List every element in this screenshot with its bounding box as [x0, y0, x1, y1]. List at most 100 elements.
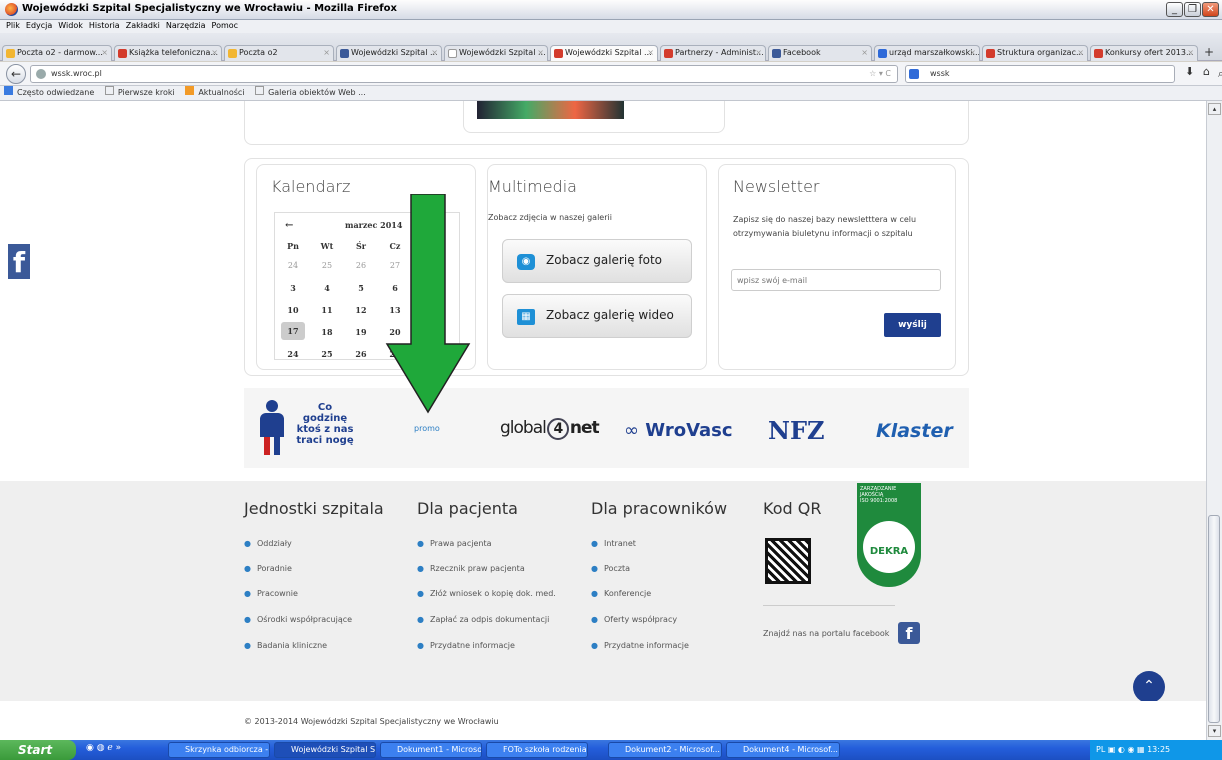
bookmark-item[interactable]: Aktualności	[198, 88, 244, 97]
browser-tab[interactable]: Poczta o2 ×	[224, 45, 334, 61]
close-tab-icon[interactable]: ×	[1187, 46, 1194, 60]
browser-tab[interactable]: urząd marszałkowski... ×	[874, 45, 980, 61]
browser-tab[interactable]: Struktura organizac... ×	[982, 45, 1088, 61]
wrovasc-logo[interactable]: ∞ WroVasc	[624, 420, 733, 441]
footer-link[interactable]: ● Oddziały	[244, 539, 292, 548]
browser-tab[interactable]: Książka telefoniczna... ×	[114, 45, 222, 61]
menu-view[interactable]: Widok	[58, 21, 83, 30]
browser-tab[interactable]: Poczta o2 - darmow... ×	[2, 45, 112, 61]
taskbar-item[interactable]: FOTo szkoła rodzenia	[486, 742, 588, 758]
bookmark-item[interactable]: Pierwsze kroki	[118, 88, 175, 97]
language-indicator[interactable]: PL	[1096, 745, 1105, 754]
footer-link[interactable]: ● Poczta	[591, 564, 630, 573]
footer-link[interactable]: ● Prawa pacjenta	[417, 539, 491, 548]
back-button[interactable]: ←	[6, 64, 26, 84]
footer-link[interactable]: ● Poradnie	[244, 564, 292, 573]
search-icon[interactable]: ⌕	[1218, 66, 1222, 82]
close-tab-icon[interactable]: ×	[969, 46, 976, 60]
calendar-day[interactable]: 5	[349, 283, 373, 293]
prev-month-button[interactable]: ←	[285, 220, 293, 231]
close-tab-icon[interactable]: ×	[211, 46, 218, 60]
start-button[interactable]: Start	[0, 740, 76, 760]
browser-tab[interactable]: Facebook ×	[768, 45, 872, 61]
taskbar-item[interactable]: Dokument4 - Microsof...	[726, 742, 840, 758]
browser-tab-active[interactable]: Wojewódzki Szpital ... ×	[550, 45, 658, 61]
footer-link[interactable]: ● Rzecznik praw pacjenta	[417, 564, 525, 573]
reload-icon[interactable]: ☆ ▾ C	[869, 66, 891, 82]
taskbar-item[interactable]: Dokument2 - Microsof...	[608, 742, 722, 758]
quick-launch-icons[interactable]: ◉ ◍ ℯ »	[86, 743, 158, 757]
global4net-logo[interactable]: global 4 net	[500, 418, 600, 440]
close-tab-icon[interactable]: ×	[1077, 46, 1084, 60]
calendar-day[interactable]: 26	[349, 261, 373, 270]
menu-file[interactable]: Plik	[6, 21, 20, 30]
calendar-day[interactable]: 25	[315, 261, 339, 270]
scroll-down-button[interactable]: ▾	[1208, 725, 1221, 737]
calendar-day[interactable]: 10	[281, 305, 305, 315]
calendar-day[interactable]: 12	[349, 305, 373, 315]
close-tab-icon[interactable]: ×	[861, 46, 868, 60]
calendar-day[interactable]: 26	[349, 349, 373, 359]
home-icon[interactable]: ⌂	[1203, 65, 1210, 78]
facebook-footer-icon[interactable]: f	[898, 622, 920, 644]
close-tab-icon[interactable]: ×	[323, 46, 330, 60]
promo-link[interactable]: promo	[414, 424, 440, 433]
close-tab-icon[interactable]: ×	[101, 46, 108, 60]
calendar-day[interactable]: 4	[315, 283, 339, 293]
url-bar[interactable]: wssk.wroc.pl ☆ ▾ C	[30, 65, 898, 83]
email-input[interactable]	[731, 269, 941, 291]
download-icon[interactable]: ⬇	[1185, 65, 1194, 78]
browser-tab[interactable]: Wojewódzki Szpital ... ×	[444, 45, 548, 61]
footer-link[interactable]: ● Przydatne informacje	[591, 641, 689, 650]
footer-link[interactable]: ● Pracownie	[244, 589, 298, 598]
menu-bookmarks[interactable]: Zakładki	[126, 21, 160, 30]
restore-button[interactable]: ❐	[1184, 2, 1201, 17]
klaster-logo[interactable]: Klaster	[876, 420, 953, 442]
footer-link[interactable]: ● Konferencje	[591, 589, 651, 598]
footer-link[interactable]: ● Ośrodki współpracujące	[244, 615, 352, 624]
video-gallery-button[interactable]: ▦ Zobacz galerię wideo	[502, 294, 692, 338]
nfz-logo[interactable]: NFZ	[768, 416, 825, 445]
search-bar[interactable]: wssk ⌕	[905, 65, 1222, 83]
qr-code-icon[interactable]	[765, 538, 811, 584]
close-tab-icon[interactable]: ×	[647, 46, 654, 60]
scrollbar-thumb[interactable]	[1208, 515, 1220, 723]
search-engine-icon[interactable]	[909, 69, 919, 79]
calendar-day[interactable]: 25	[315, 349, 339, 359]
menu-edit[interactable]: Edycja	[26, 21, 52, 30]
taskbar-item-active[interactable]: Wojewódzki Szpital S...	[274, 742, 376, 758]
menu-history[interactable]: Historia	[89, 21, 120, 30]
browser-tab[interactable]: Wojewódzki Szpital ... ×	[336, 45, 442, 61]
bookmark-item[interactable]: Często odwiedzane	[17, 88, 94, 97]
close-window-button[interactable]: ✕	[1202, 2, 1219, 17]
calendar-day[interactable]: 19	[349, 327, 373, 337]
browser-tab[interactable]: Partnerzy - Administ... ×	[660, 45, 766, 61]
footer-link[interactable]: ● Przydatne informacje	[417, 641, 515, 650]
scroll-up-button[interactable]: ▴	[1208, 103, 1221, 115]
campaign-logo[interactable]: Co godzinę ktoś z nas traci nogę	[294, 402, 356, 446]
browser-tab[interactable]: Konkursy ofert 2013... ×	[1090, 45, 1198, 61]
calendar-day[interactable]: 24	[281, 349, 305, 359]
bookmark-item[interactable]: Galeria obiektów Web ...	[268, 88, 366, 97]
calendar-day[interactable]: 17	[281, 322, 305, 340]
footer-link[interactable]: ● Złóż wniosek o kopię dok. med.	[417, 589, 556, 598]
menu-help[interactable]: Pomoc	[212, 21, 239, 30]
menu-tools[interactable]: Narzędzia	[166, 21, 206, 30]
calendar-day[interactable]: 18	[315, 327, 339, 337]
calendar-day[interactable]: 11	[315, 305, 339, 315]
close-tab-icon[interactable]: ×	[537, 46, 544, 60]
footer-link[interactable]: ● Oferty współpracy	[591, 615, 677, 624]
minimize-button[interactable]: _	[1166, 2, 1183, 17]
back-to-top-button[interactable]: ⌃	[1133, 671, 1165, 703]
footer-link[interactable]: ● Intranet	[591, 539, 636, 548]
close-tab-icon[interactable]: ×	[755, 46, 762, 60]
photo-gallery-button[interactable]: ◉ Zobacz galerię foto	[502, 239, 692, 283]
calendar-day[interactable]: 3	[281, 283, 305, 293]
facebook-side-icon[interactable]: f	[8, 244, 30, 279]
subscribe-button[interactable]: wyślij	[884, 313, 941, 337]
taskbar-item[interactable]: Dokument1 - Microsof...	[380, 742, 482, 758]
tray-icons[interactable]: ▣ ◐ ◉ ▦	[1108, 745, 1145, 754]
new-tab-icon[interactable]: +	[1204, 45, 1214, 59]
close-tab-icon[interactable]: ×	[431, 46, 438, 60]
footer-link[interactable]: ● Badania kliniczne	[244, 641, 327, 650]
